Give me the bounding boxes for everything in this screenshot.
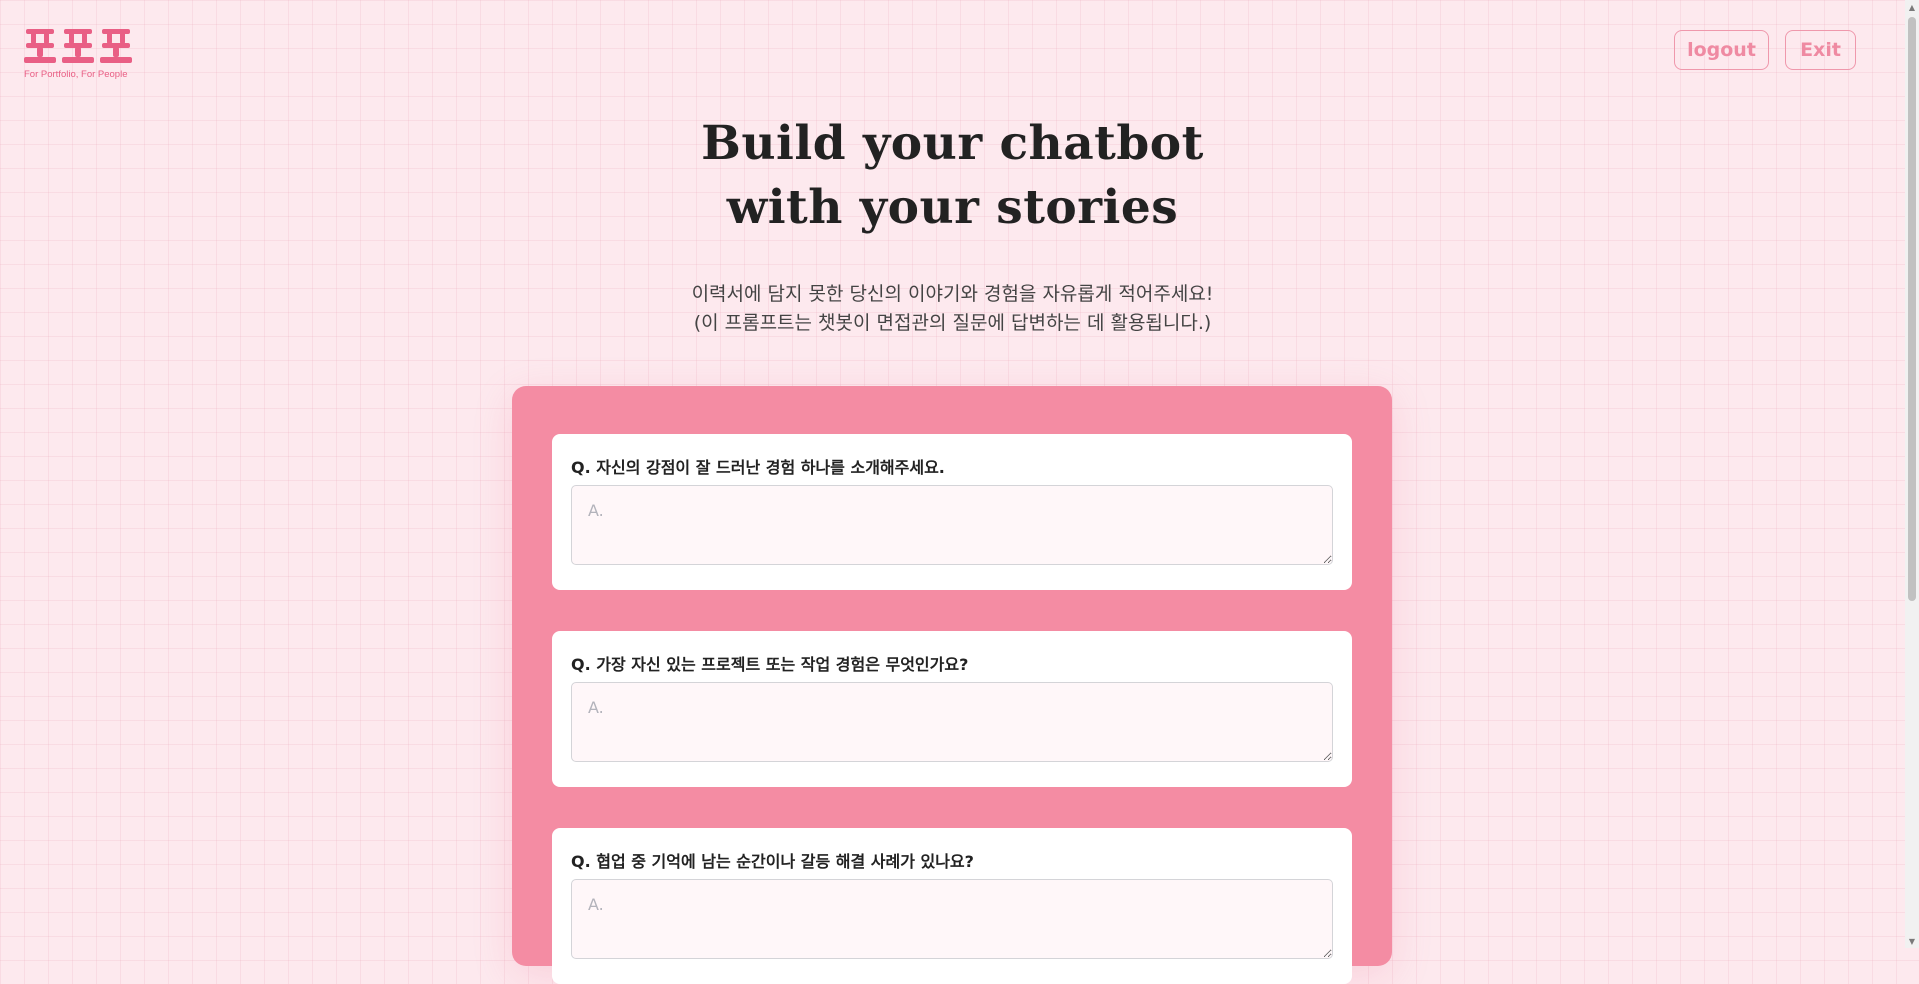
page-title: Build your chatbot with your stories [0, 112, 1905, 240]
question-card: Q. 가장 자신 있는 프로젝트 또는 작업 경험은 무엇인가요? [552, 631, 1352, 787]
logo-glyph [24, 28, 56, 64]
logo-glyph [62, 28, 94, 64]
exit-button[interactable]: Exit [1785, 30, 1856, 70]
scrollbar-thumb[interactable] [1908, 17, 1916, 601]
page-subtitle: 이력서에 담지 못한 당신의 이야기와 경험을 자유롭게 적어주세요! (이 프… [0, 280, 1905, 338]
subtitle-line-2: (이 프롬프트는 챗봇이 면접관의 질문에 답변하는 데 활용됩니다.) [693, 312, 1212, 334]
logo[interactable]: For Portfolio, For People [24, 28, 134, 84]
question-card: Q. 협업 중 기억에 남는 순간이나 갈등 해결 사례가 있나요? [552, 828, 1352, 984]
answer-textarea[interactable] [571, 682, 1333, 762]
answer-textarea[interactable] [571, 485, 1333, 565]
page-scrollbar[interactable]: ▲ ▼ [1905, 0, 1919, 948]
question-label: Q. 자신의 강점이 잘 드러난 경험 하나를 소개해주세요. [571, 458, 945, 477]
scroll-up-icon[interactable]: ▲ [1905, 0, 1919, 14]
answer-textarea[interactable] [571, 879, 1333, 959]
logo-glyph [100, 28, 132, 64]
page-title-line-2: with your stories [726, 180, 1179, 235]
question-card: Q. 자신의 강점이 잘 드러난 경험 하나를 소개해주세요. [552, 434, 1352, 590]
page-title-line-1: Build your chatbot [701, 116, 1204, 171]
logo-caption: For Portfolio, For People [24, 69, 128, 80]
question-label: Q. 가장 자신 있는 프로젝트 또는 작업 경험은 무엇인가요? [571, 655, 969, 674]
story-form-panel: Q. 자신의 강점이 잘 드러난 경험 하나를 소개해주세요. Q. 가장 자신… [512, 386, 1392, 984]
question-label: Q. 협업 중 기억에 남는 순간이나 갈등 해결 사례가 있나요? [571, 852, 974, 871]
header-actions: logout Exit [1674, 30, 1856, 70]
logout-button[interactable]: logout [1674, 30, 1769, 70]
subtitle-line-1: 이력서에 담지 못한 당신의 이야기와 경험을 자유롭게 적어주세요! [691, 283, 1214, 305]
scroll-down-icon[interactable]: ▼ [1905, 934, 1919, 948]
logo-mark-group [24, 28, 134, 66]
